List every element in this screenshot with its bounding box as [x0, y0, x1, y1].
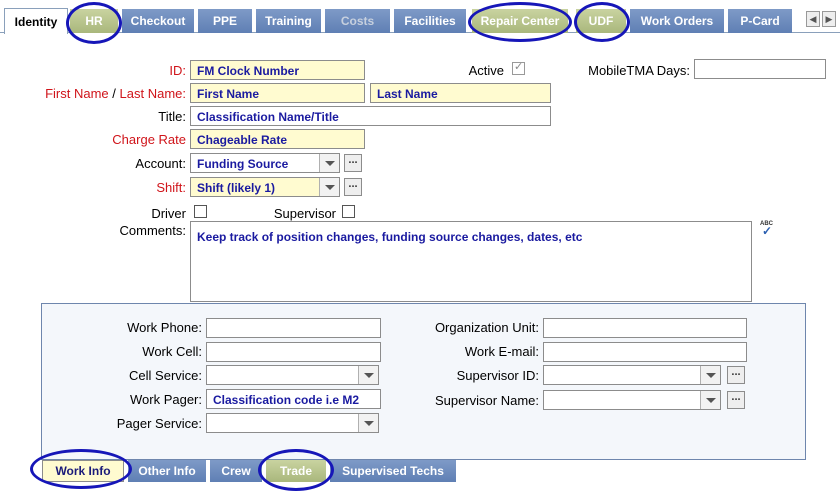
supervisor-name-label: Supervisor Name: [434, 393, 539, 408]
chevron-down-icon[interactable] [358, 366, 378, 384]
chevron-down-icon[interactable] [700, 366, 720, 384]
chevron-down-icon[interactable] [700, 391, 720, 409]
spellcheck-icon[interactable]: ABC ✓ [760, 221, 776, 238]
shift-label: Shift: [156, 180, 186, 195]
title-label: Title: [158, 109, 186, 124]
active-checkbox[interactable]: ✓ [512, 61, 525, 75]
tab-ppe[interactable]: PPE [198, 9, 252, 33]
tab-checkout[interactable]: Checkout [122, 9, 194, 33]
supervisor-name-select[interactable] [543, 390, 721, 410]
tab-scroll-right-button[interactable]: ▶ [822, 11, 836, 27]
work-phone-field[interactable] [206, 318, 381, 338]
subtab-other-info[interactable]: Other Info [128, 460, 206, 482]
active-label: Active [468, 63, 504, 78]
id-field[interactable]: FM Clock Number [190, 60, 365, 80]
name-separator: / [112, 86, 116, 101]
chevron-down-icon[interactable] [319, 154, 339, 172]
comments-textarea[interactable]: Keep track of position changes, funding … [190, 221, 752, 302]
tab-training[interactable]: Training [256, 9, 321, 33]
supervisor-id-select[interactable] [543, 365, 721, 385]
tab-repair-center[interactable]: Repair Center [472, 9, 568, 33]
name-label: First Name / Last Name: [20, 86, 186, 101]
title-field[interactable]: Classification Name/Title [190, 106, 551, 126]
main-tab-bar: Identity HR Checkout PPE Training Costs … [0, 0, 840, 34]
supervisor-name-lookup-button[interactable]: ... [727, 391, 745, 409]
cell-service-select[interactable] [206, 365, 379, 385]
account-value: Funding Source [197, 157, 289, 171]
work-email-field[interactable] [543, 342, 747, 362]
mobile-days-label: MobileTMA Days: [588, 63, 690, 78]
tab-udf[interactable]: UDF [576, 9, 626, 33]
supervisor-id-lookup-button[interactable]: ... [727, 366, 745, 384]
subtab-crew[interactable]: Crew [210, 460, 262, 482]
subtab-supervised-techs[interactable]: Supervised Techs [330, 460, 456, 482]
subtab-trade[interactable]: Trade [266, 460, 326, 482]
shift-lookup-button[interactable]: ... [344, 178, 362, 196]
work-email-label: Work E-mail: [464, 344, 539, 359]
comments-label: Comments: [119, 223, 186, 238]
last-name-label: Last Name: [119, 86, 186, 101]
pager-service-select[interactable] [206, 413, 379, 433]
driver-checkbox[interactable] [194, 205, 207, 218]
shift-value: Shift (likely 1) [197, 181, 276, 195]
id-label: ID: [169, 63, 186, 78]
account-select[interactable]: Funding Source [190, 153, 340, 173]
charge-rate-label: Charge Rate [112, 132, 186, 147]
org-unit-field[interactable] [543, 318, 747, 338]
tab-pcard[interactable]: P-Card [728, 9, 792, 33]
account-label: Account: [135, 156, 186, 171]
supervisor-label: Supervisor [273, 206, 336, 221]
work-cell-field[interactable] [206, 342, 381, 362]
tab-work-orders[interactable]: Work Orders [630, 9, 724, 33]
driver-label: Driver [151, 206, 186, 221]
chevron-down-icon[interactable] [319, 178, 339, 196]
check-icon: ✓ [514, 61, 524, 73]
work-pager-label: Work Pager: [129, 392, 202, 407]
first-name-label: First Name [45, 86, 109, 101]
supervisor-checkbox[interactable] [342, 205, 355, 218]
check-icon: ✓ [762, 224, 773, 238]
tab-identity[interactable]: Identity [4, 8, 68, 34]
mobile-days-field[interactable] [694, 59, 826, 79]
tab-facilities[interactable]: Facilities [394, 9, 466, 33]
work-cell-label: Work Cell: [142, 344, 202, 359]
tab-costs[interactable]: Costs [325, 9, 390, 33]
org-unit-label: Organization Unit: [434, 320, 539, 335]
subtab-work-info[interactable]: Work Info [42, 460, 124, 482]
work-phone-label: Work Phone: [127, 320, 202, 335]
chevron-down-icon[interactable] [358, 414, 378, 432]
charge-rate-field[interactable]: Chageable Rate [190, 129, 365, 149]
last-name-field[interactable]: Last Name [370, 83, 551, 103]
work-pager-field[interactable]: Classification code i.e M2 [206, 389, 381, 409]
account-lookup-button[interactable]: ... [344, 154, 362, 172]
supervisor-id-label: Supervisor ID: [456, 368, 539, 383]
shift-select[interactable]: Shift (likely 1) [190, 177, 340, 197]
tab-hr[interactable]: HR [70, 9, 118, 33]
pager-service-label: Pager Service: [116, 416, 202, 431]
cell-service-label: Cell Service: [129, 368, 202, 383]
tab-scroll-left-button[interactable]: ◀ [806, 11, 820, 27]
first-name-field[interactable]: First Name [190, 83, 365, 103]
